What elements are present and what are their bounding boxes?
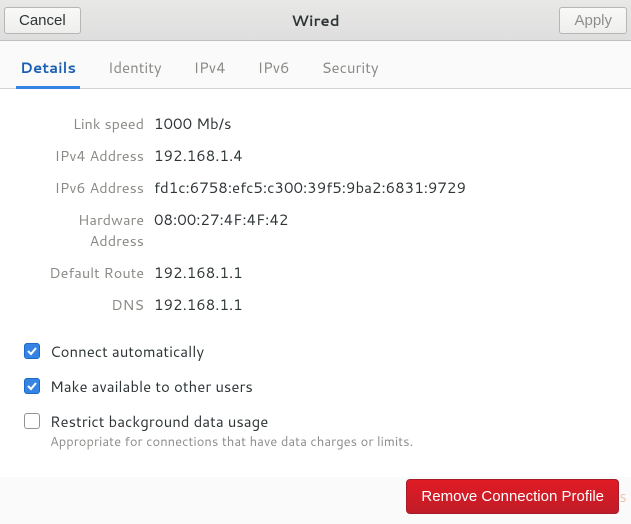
row-ipv4: IPv4 Address 192.168.1.4 bbox=[24, 145, 607, 166]
cancel-button[interactable]: Cancel bbox=[4, 7, 81, 34]
value-default-route: 192.168.1.1 bbox=[154, 262, 243, 283]
checkbox-make-available[interactable] bbox=[24, 378, 40, 394]
label-default-route: Default Route bbox=[24, 262, 154, 283]
checkbox-restrict-background[interactable] bbox=[24, 413, 40, 429]
check-icon bbox=[26, 380, 38, 392]
headerbar: Cancel Wired Apply bbox=[0, 0, 631, 41]
row-default-route: Default Route 192.168.1.1 bbox=[24, 262, 607, 283]
value-ipv4: 192.168.1.4 bbox=[154, 145, 243, 166]
label-dns: DNS bbox=[24, 294, 154, 315]
checkbox-connect-automatically[interactable] bbox=[24, 343, 40, 359]
tab-security[interactable]: Security bbox=[320, 51, 381, 88]
sublabel-restrict-background: Appropriate for connections that have da… bbox=[50, 433, 413, 451]
label-ipv4: IPv4 Address bbox=[24, 145, 154, 166]
check-icon bbox=[26, 345, 38, 357]
window-title: Wired bbox=[0, 10, 631, 31]
details-panel: Link speed 1000 Mb/s IPv4 Address 192.16… bbox=[0, 89, 631, 477]
label-connect-automatically: Connect automatically bbox=[50, 341, 204, 362]
tab-identity[interactable]: Identity bbox=[106, 51, 164, 88]
option-make-available[interactable]: Make available to other users bbox=[24, 376, 607, 397]
option-connect-automatically[interactable]: Connect automatically bbox=[24, 341, 607, 362]
remove-connection-button[interactable]: Remove Connection Profile bbox=[406, 479, 619, 514]
row-link-speed: Link speed 1000 Mb/s bbox=[24, 113, 607, 134]
tab-ipv6[interactable]: IPv6 bbox=[256, 51, 292, 88]
label-ipv6: IPv6 Address bbox=[24, 177, 154, 198]
option-restrict-background[interactable]: Restrict background data usage Appropria… bbox=[24, 411, 607, 451]
row-dns: DNS 192.168.1.1 bbox=[24, 294, 607, 315]
tab-bar: Details Identity IPv4 IPv6 Security bbox=[0, 41, 631, 89]
apply-button[interactable]: Apply bbox=[559, 7, 627, 34]
label-link-speed: Link speed bbox=[24, 113, 154, 134]
value-link-speed: 1000 Mb/s bbox=[154, 113, 231, 134]
tab-ipv4[interactable]: IPv4 bbox=[192, 51, 228, 88]
row-ipv6: IPv6 Address fd1c:6758:efc5:c300:39f5:9b… bbox=[24, 177, 607, 198]
value-ipv6: fd1c:6758:efc5:c300:39f5:9ba2:6831:9729 bbox=[154, 177, 466, 198]
row-hardware-address: Hardware Address 08:00:27:4F:4F:42 bbox=[24, 209, 607, 251]
value-dns: 192.168.1.1 bbox=[154, 294, 243, 315]
tab-details[interactable]: Details bbox=[18, 51, 78, 88]
label-restrict-background: Restrict background data usage bbox=[50, 411, 413, 432]
label-make-available: Make available to other users bbox=[50, 376, 253, 397]
label-hardware-address: Hardware Address bbox=[24, 209, 154, 251]
footer: Remove Connection Profile bbox=[406, 479, 619, 514]
value-hardware-address: 08:00:27:4F:4F:42 bbox=[154, 209, 288, 251]
